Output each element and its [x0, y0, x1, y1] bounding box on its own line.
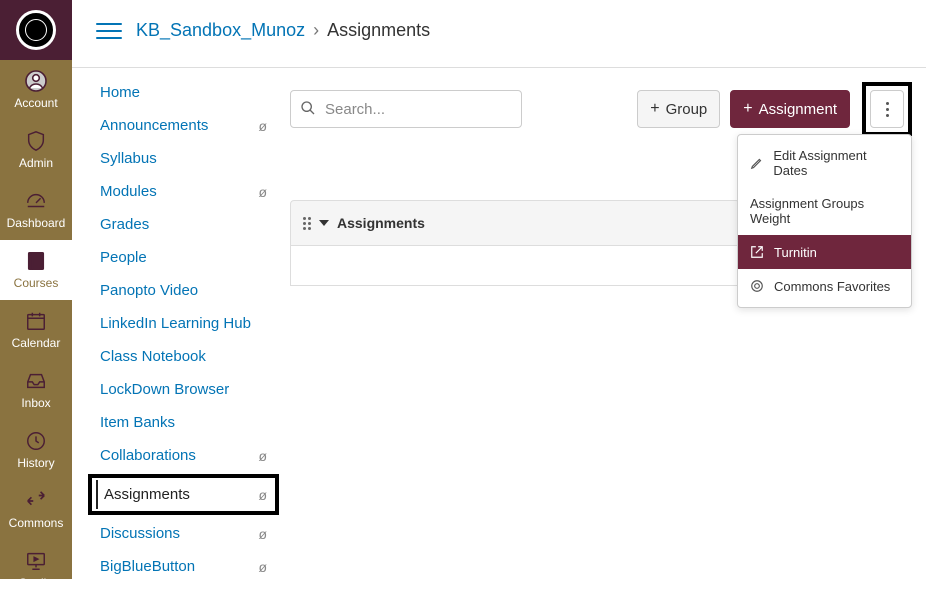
hidden-icon: ø: [258, 118, 267, 134]
clock-icon: [23, 428, 49, 454]
cnav-home[interactable]: Home: [96, 76, 271, 109]
hamburger-icon[interactable]: [96, 18, 122, 44]
add-group-button[interactable]: + Group: [637, 90, 720, 128]
book-icon: [23, 248, 49, 274]
nav-label: Courses: [14, 276, 59, 290]
presentation-icon: [23, 548, 49, 574]
kebab-highlight: [862, 82, 912, 136]
main-content: + Group + Assignment Edit Assignment Dat…: [290, 82, 912, 286]
nav-label: Commons: [9, 516, 64, 530]
breadcrumb: KB_Sandbox_Munoz › Assignments: [136, 20, 430, 41]
calendar-icon: [23, 308, 49, 334]
nav-label: History: [17, 456, 54, 470]
nav-calendar[interactable]: Calendar: [0, 300, 72, 360]
search-icon: [300, 100, 316, 119]
more-options-menu: Edit Assignment Dates Assignment Groups …: [737, 134, 912, 308]
cnav-assignments-highlight: Assignmentsø: [88, 474, 279, 515]
drag-handle-icon[interactable]: [303, 217, 311, 230]
cnav-modules[interactable]: Modulesø: [96, 175, 271, 208]
cnav-itembanks[interactable]: Item Banks: [96, 406, 271, 439]
cnav-bigbluebutton[interactable]: BigBlueButtonø: [96, 550, 271, 583]
hidden-icon: ø: [258, 487, 267, 503]
nav-label: Dashboard: [7, 216, 66, 230]
nav-studio[interactable]: Studio: [0, 540, 72, 600]
nav-account[interactable]: Account: [0, 60, 72, 120]
pencil-icon: [750, 155, 765, 171]
nav-label: Admin: [19, 156, 53, 170]
cnav-lockdown[interactable]: LockDown Browser: [96, 373, 271, 406]
hidden-icon: ø: [258, 526, 267, 542]
cnav-linkedin[interactable]: LinkedIn Learning Hub: [96, 307, 271, 340]
group-title: Assignments: [337, 215, 425, 231]
menu-edit-dates[interactable]: Edit Assignment Dates: [738, 139, 911, 187]
menu-turnitin[interactable]: Turnitin: [738, 235, 911, 269]
nav-label: Inbox: [21, 396, 50, 410]
global-nav: Account Admin Dashboard Courses Calendar…: [0, 0, 72, 579]
cnav-people[interactable]: People: [96, 241, 271, 274]
button-label: Assignment: [759, 101, 837, 118]
nav-label: Account: [14, 96, 57, 110]
hidden-icon: ø: [258, 559, 267, 575]
nav-dashboard[interactable]: Dashboard: [0, 180, 72, 240]
nav-history[interactable]: History: [0, 420, 72, 480]
course-nav: Home Announcementsø Syllabus Modulesø Gr…: [96, 76, 271, 583]
plus-icon: +: [743, 100, 752, 118]
header: KB_Sandbox_Munoz › Assignments: [72, 0, 926, 68]
search-input[interactable]: [290, 90, 522, 128]
commons-icon: [750, 278, 766, 294]
nav-courses[interactable]: Courses: [0, 240, 72, 300]
toolbar: + Group + Assignment Edit Assignment Dat…: [290, 82, 912, 136]
export-icon: [750, 244, 766, 260]
cnav-panopto[interactable]: Panopto Video: [96, 274, 271, 307]
cnav-notebook[interactable]: Class Notebook: [96, 340, 271, 373]
nav-label: Calendar: [12, 336, 61, 350]
menu-groups-weight[interactable]: Assignment Groups Weight: [738, 187, 911, 235]
add-assignment-button[interactable]: + Assignment: [730, 90, 850, 128]
more-options-button[interactable]: [870, 90, 904, 128]
assignment-group-body: [290, 246, 740, 286]
share-icon: [23, 488, 49, 514]
cnav-syllabus[interactable]: Syllabus: [96, 142, 271, 175]
breadcrumb-separator: ›: [313, 20, 319, 41]
search-wrap: [290, 90, 522, 128]
assignment-group-header[interactable]: Assignments: [290, 200, 740, 246]
nav-admin[interactable]: Admin: [0, 120, 72, 180]
shield-icon: [23, 128, 49, 154]
breadcrumb-course[interactable]: KB_Sandbox_Munoz: [136, 20, 305, 41]
cnav-announcements[interactable]: Announcementsø: [96, 109, 271, 142]
button-label: Group: [666, 101, 708, 118]
cnav-collaborations[interactable]: Collaborationsø: [96, 439, 271, 472]
breadcrumb-page: Assignments: [327, 20, 430, 41]
menu-commons-favorites[interactable]: Commons Favorites: [738, 269, 911, 303]
nav-label: Studio: [19, 576, 53, 590]
nav-inbox[interactable]: Inbox: [0, 360, 72, 420]
user-circle-icon: [23, 68, 49, 94]
nav-commons[interactable]: Commons: [0, 480, 72, 540]
cnav-grades[interactable]: Grades: [96, 208, 271, 241]
logo[interactable]: [0, 0, 72, 60]
hidden-icon: ø: [258, 184, 267, 200]
gauge-icon: [23, 188, 49, 214]
cnav-discussions[interactable]: Discussionsø: [96, 517, 271, 550]
inbox-icon: [23, 368, 49, 394]
chevron-down-icon[interactable]: [319, 220, 329, 226]
hidden-icon: ø: [258, 448, 267, 464]
cnav-assignments[interactable]: Assignmentsø: [96, 480, 271, 509]
plus-icon: +: [650, 100, 659, 118]
